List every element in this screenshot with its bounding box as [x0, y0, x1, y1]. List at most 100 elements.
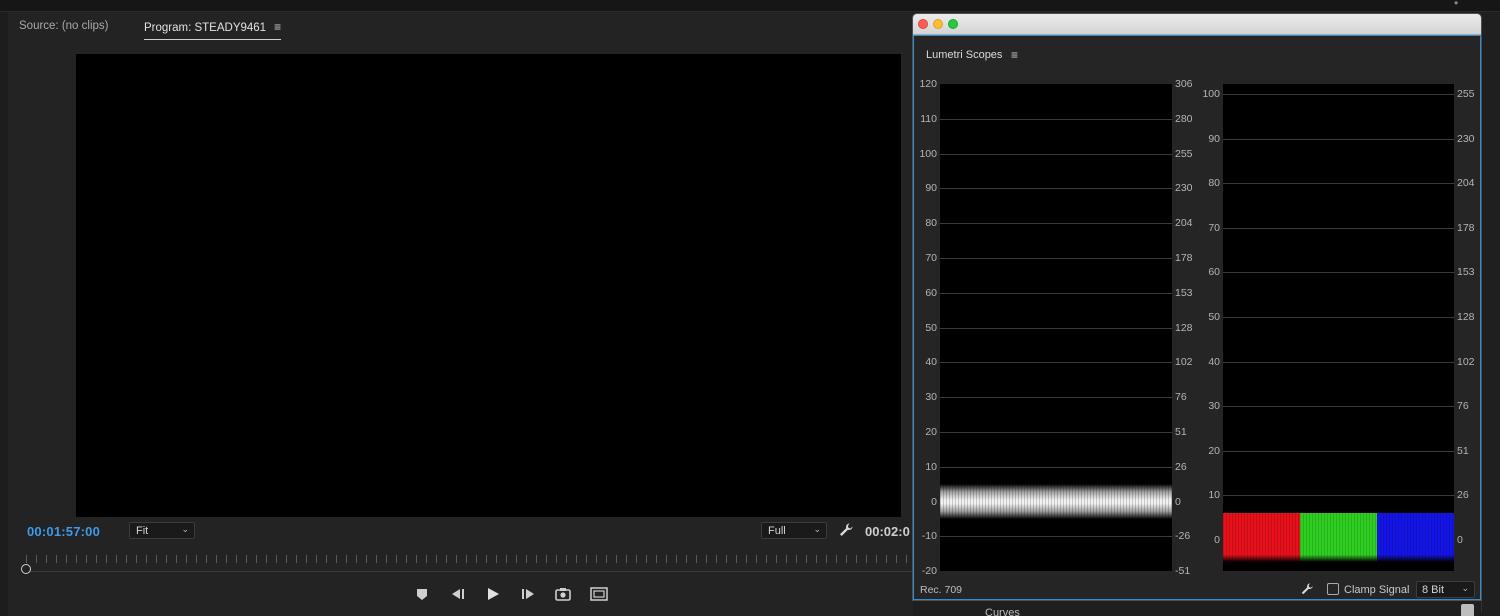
graticule-line: [1223, 450, 1454, 452]
more-options-icon[interactable]: •: [1454, 0, 1458, 10]
parade-channel-r: [1223, 513, 1300, 563]
scale-label-right: 280: [1175, 112, 1193, 125]
lumetri-scopes-window: Lumetri Scopes ≡ Rec. 709 Clamp Signal 8…: [912, 13, 1482, 601]
curves-section-label[interactable]: Curves: [985, 607, 1020, 616]
transport-controls: [412, 584, 612, 604]
scale-label-left: 20: [925, 426, 937, 438]
scope-settings-wrench-icon[interactable]: [1300, 582, 1314, 596]
graticule-line: [1223, 495, 1454, 497]
graticule-line: [1223, 406, 1454, 408]
curves-enable-checkbox[interactable]: [1461, 604, 1474, 616]
scale-label-right: 255: [1457, 88, 1475, 100]
bit-depth-value: 8 Bit: [1422, 584, 1445, 596]
wrench-icon[interactable]: [838, 522, 854, 538]
scale-label-right: 230: [1457, 132, 1475, 145]
scale-label-left: 40: [925, 356, 937, 369]
scale-label-right: 128: [1175, 321, 1193, 334]
scale-label-left: 90: [1208, 132, 1220, 145]
scale-label-right: 255: [1175, 147, 1193, 160]
time-ruler[interactable]: [26, 552, 913, 572]
scale-label-left: 90: [925, 182, 937, 195]
scale-label-left: 120: [919, 78, 937, 90]
scale-label-right: 204: [1457, 177, 1475, 190]
chevron-down-icon: ⌄: [181, 524, 189, 534]
scale-label-left: 70: [925, 252, 937, 264]
panel-menu-icon[interactable]: ≡: [274, 20, 281, 34]
scale-label-right: 0: [1457, 534, 1463, 546]
top-strip: [0, 0, 1500, 12]
chevron-down-icon: ⌄: [1461, 583, 1469, 593]
panel-divider: [1481, 72, 1500, 612]
program-video-frame[interactable]: [76, 54, 901, 517]
graticule-line: [940, 153, 1172, 155]
scale-label-right: 0: [1175, 495, 1181, 508]
monitor-control-row: 00:01:57:00 Fit ⌄ Full ⌄ 00:02:0: [8, 520, 913, 546]
resolution-select[interactable]: Full ⌄: [761, 522, 827, 539]
zoom-window-button[interactable]: [948, 19, 958, 29]
scale-label-left: -20: [921, 565, 937, 578]
tab-source[interactable]: Source: (no clips): [19, 20, 108, 32]
scale-label-left: 50: [925, 321, 937, 334]
lumetri-scopes-panel: Lumetri Scopes ≡ Rec. 709 Clamp Signal 8…: [913, 35, 1481, 600]
scale-label-right: 26: [1457, 489, 1469, 502]
export-frame-icon[interactable]: [553, 584, 573, 604]
waveform-trace: [940, 484, 1172, 519]
panel-tabs: Source: (no clips) Program: STEADY9461 ≡: [8, 12, 913, 42]
clamp-signal-label[interactable]: Clamp Signal: [1344, 584, 1409, 596]
play-icon[interactable]: [483, 584, 503, 604]
scale-label-left: 10: [1208, 489, 1220, 502]
graticule-line: [1223, 317, 1454, 318]
scale-label-right: 204: [1175, 217, 1193, 230]
scale-label-left: 0: [931, 495, 937, 508]
chevron-down-icon: ⌄: [813, 524, 821, 534]
scale-label-right: 178: [1175, 252, 1193, 264]
graticule-line: [940, 536, 1172, 538]
waveform-scope[interactable]: [940, 84, 1172, 571]
add-marker-icon[interactable]: [412, 584, 432, 604]
graticule-line: [1223, 227, 1454, 229]
step-back-icon[interactable]: [448, 584, 468, 604]
tab-program[interactable]: Program: STEADY9461 ≡: [144, 20, 282, 40]
zoom-select[interactable]: Fit ⌄: [129, 522, 195, 539]
scale-label-left: 20: [1208, 444, 1220, 457]
scale-label-left: 30: [1208, 400, 1220, 413]
scale-label-right: 51: [1175, 426, 1187, 438]
graticule-line: [1223, 94, 1454, 95]
resolution-select-value: Full: [768, 525, 786, 537]
current-timecode[interactable]: 00:01:57:00: [27, 524, 100, 539]
bit-depth-select[interactable]: 8 Bit ⌄: [1416, 581, 1475, 598]
scale-label-left: -10: [921, 530, 937, 543]
scopes-footer: Rec. 709 Clamp Signal 8 Bit ⌄: [914, 578, 1480, 600]
panel-title: Lumetri Scopes: [926, 49, 1003, 61]
window-titlebar[interactable]: [913, 14, 1481, 35]
graticule-line: [1223, 138, 1454, 140]
scale-label-left: 30: [925, 391, 937, 404]
scale-label-right: 102: [1457, 355, 1475, 368]
close-window-button[interactable]: [918, 19, 928, 29]
clamp-signal-checkbox[interactable]: [1327, 583, 1339, 595]
scale-label-left: 110: [920, 112, 937, 125]
scale-label-right: 128: [1457, 311, 1475, 323]
scale-label-left: 60: [925, 286, 937, 299]
rgb-parade-scope[interactable]: [1223, 84, 1454, 571]
zoom-select-value: Fit: [136, 525, 149, 537]
scale-label-right: 102: [1175, 356, 1193, 369]
minimize-window-button[interactable]: [933, 19, 943, 29]
colorspace-label[interactable]: Rec. 709: [920, 584, 962, 596]
safe-margins-icon[interactable]: [589, 584, 609, 604]
ruler-ticks: [26, 555, 913, 563]
step-forward-icon[interactable]: [518, 584, 538, 604]
scale-label-left: 100: [919, 147, 937, 160]
panel-menu-icon[interactable]: ≡: [1011, 48, 1018, 62]
scale-label-right: 230: [1175, 182, 1193, 195]
parade-channel-b: [1377, 513, 1454, 563]
graticule-line: [1223, 272, 1454, 274]
graticule-line: [940, 327, 1172, 329]
graticule-line: [940, 397, 1172, 399]
scale-label-right: 306: [1175, 78, 1193, 90]
playhead-handle[interactable]: [21, 564, 31, 574]
graticule-line: [1223, 361, 1454, 363]
scale-label-right: -26: [1175, 530, 1191, 543]
scale-label-right: 178: [1457, 221, 1475, 234]
graticule-line: [940, 118, 1172, 120]
